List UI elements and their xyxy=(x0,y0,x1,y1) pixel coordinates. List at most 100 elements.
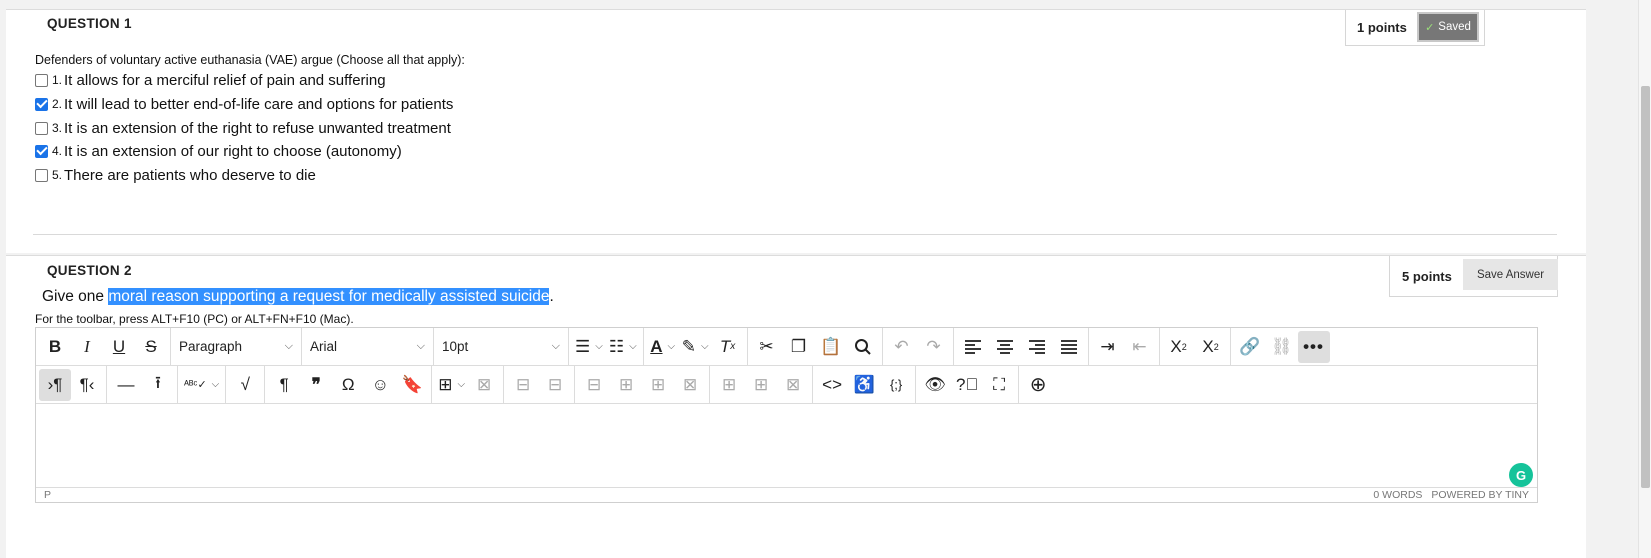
preview-eye-icon[interactable]: 👁 xyxy=(919,369,951,401)
saved-label: Saved xyxy=(1438,21,1471,33)
bold-icon[interactable]: B xyxy=(39,331,71,363)
option-1[interactable]: 1. It allows for a merciful relief of pa… xyxy=(35,69,386,91)
vertical-scrollbar[interactable] xyxy=(1638,0,1651,558)
block-format-value: Paragraph xyxy=(179,339,243,354)
blockquote-icon[interactable]: ❞ xyxy=(300,369,332,401)
block-format-select[interactable]: Paragraph ⌵ xyxy=(171,331,301,363)
delete-table-icon[interactable]: ⊠ xyxy=(468,369,500,401)
outdent-icon[interactable]: ⇤ xyxy=(1124,331,1156,363)
find-replace-icon[interactable] xyxy=(847,331,879,363)
question-1-prompt: Defenders of voluntary active euthanasia… xyxy=(35,53,465,67)
align-justify-icon[interactable] xyxy=(1053,331,1085,363)
insert-row-after-icon[interactable]: ⊞ xyxy=(642,369,674,401)
unlink-icon[interactable]: ⛓ xyxy=(1266,331,1298,363)
horizontal-line-icon[interactable]: — xyxy=(110,369,142,401)
align-center-icon[interactable] xyxy=(989,331,1021,363)
clear-formatting-icon[interactable]: Tx xyxy=(712,331,744,363)
word-count[interactable]: 0 WORDS xyxy=(1373,489,1422,501)
divider xyxy=(33,234,1557,235)
math-icon[interactable]: √ xyxy=(229,369,261,401)
add-content-icon[interactable]: ⊕ xyxy=(1022,369,1054,401)
option-1-checkbox[interactable] xyxy=(35,73,48,87)
font-size-group: 10pt ⌵ xyxy=(434,328,569,365)
template-icon[interactable]: {;} xyxy=(880,369,912,401)
copy-icon[interactable]: ❐ xyxy=(783,331,815,363)
option-4-number: 4. xyxy=(52,144,63,158)
saved-button[interactable]: ✓ Saved xyxy=(1417,12,1479,42)
bullet-list-icon[interactable]: ☰ ⌵ xyxy=(572,331,606,363)
font-size-value: 10pt xyxy=(442,339,469,354)
more-options-icon[interactable]: ••• xyxy=(1297,330,1330,363)
chevron-down-icon: ⌵ xyxy=(551,340,560,352)
option-2[interactable]: 2. It will lead to better end-of-life ca… xyxy=(35,93,453,115)
clipboard-group: ✂ ❐ 📋 xyxy=(748,328,883,365)
numbered-list-icon[interactable]: ☷ ⌵ xyxy=(606,331,640,363)
insert-col-before-icon[interactable]: ⊞ xyxy=(713,369,745,401)
source-code-icon[interactable]: <> xyxy=(816,369,848,401)
indent-group: ⇥ ⇤ xyxy=(1089,328,1160,365)
table-icon[interactable]: ⊞ ⌵ xyxy=(435,369,468,401)
subscript-icon[interactable]: X2 xyxy=(1195,331,1227,363)
table-row-icon[interactable]: ⊟ xyxy=(507,369,539,401)
undo-icon[interactable]: ↶ xyxy=(886,331,918,363)
cut-icon[interactable]: ✂ xyxy=(751,331,783,363)
indent-icon[interactable]: ⇥ xyxy=(1092,331,1124,363)
question-2-title: QUESTION 2 xyxy=(47,263,132,278)
delete-col-icon[interactable]: ⊠ xyxy=(777,369,809,401)
chevron-down-icon: ⌵ xyxy=(416,340,425,352)
history-group: ↶ ↷ xyxy=(883,328,954,365)
option-3-checkbox[interactable] xyxy=(35,121,48,135)
question-2-prompt-end: . xyxy=(549,288,554,305)
italic-icon[interactable]: I xyxy=(71,331,103,363)
option-5[interactable]: 5. There are patients who deserve to die xyxy=(35,164,316,186)
question-2-prompt-plain: Give one xyxy=(42,288,109,305)
bookmark-icon[interactable]: 🔖 xyxy=(396,369,428,401)
option-2-checkbox[interactable] xyxy=(35,97,48,111)
link-icon[interactable]: 🔗 xyxy=(1234,331,1266,363)
font-size-select[interactable]: 10pt ⌵ xyxy=(434,331,568,363)
special-char-icon[interactable]: Ω xyxy=(332,369,364,401)
code-group: <> ♿ {;} xyxy=(813,366,917,403)
powered-by-tiny[interactable]: POWERED BY TINY xyxy=(1431,489,1529,501)
question-1-panel: QUESTION 1 1 points ✓ Saved Defenders of… xyxy=(6,9,1586,253)
scrollbar-thumb[interactable] xyxy=(1641,86,1650,488)
chevron-down-icon: ⌵ xyxy=(284,340,293,352)
grammarly-icon[interactable]: G xyxy=(1509,463,1533,487)
fullscreen-icon[interactable]: ⛶ xyxy=(983,369,1015,401)
row-header-icon[interactable]: ⊟ xyxy=(578,369,610,401)
element-path[interactable]: P xyxy=(44,489,51,501)
option-5-checkbox[interactable] xyxy=(35,168,48,182)
save-answer-button[interactable]: Save Answer xyxy=(1463,259,1558,290)
accessibility-icon[interactable]: ♿ xyxy=(848,369,880,401)
text-color-icon[interactable]: A ⌵ xyxy=(647,331,679,363)
option-4-checkbox[interactable] xyxy=(35,144,48,158)
question-2-panel: QUESTION 2 5 points Save Answer Give one… xyxy=(6,255,1586,558)
rtl-icon[interactable]: ¶‹ xyxy=(71,369,103,401)
option-3[interactable]: 3. It is an extension of the right to re… xyxy=(35,117,451,139)
option-4-text: It is an extension of our right to choos… xyxy=(64,142,402,160)
delete-row-icon[interactable]: ⊠ xyxy=(674,369,706,401)
emoji-icon[interactable]: ☺ xyxy=(364,369,396,401)
align-left-icon[interactable] xyxy=(957,331,989,363)
font-family-select[interactable]: Arial ⌵ xyxy=(302,331,433,363)
insert-col-after-icon[interactable]: ⊞ xyxy=(745,369,777,401)
superscript-icon[interactable]: X2 xyxy=(1163,331,1195,363)
question-2-prompt: Give one moral reason supporting a reque… xyxy=(42,288,554,306)
option-4[interactable]: 4. It is an extension of our right to ch… xyxy=(35,140,402,162)
insert-upload-icon[interactable]: ⭱ xyxy=(142,369,174,401)
ltr-icon[interactable]: ›¶ xyxy=(39,368,71,401)
spellcheck-icon[interactable]: ᴬᴮᶜ✓ ⌵ xyxy=(181,369,222,401)
help-icon[interactable]: ?⃝ xyxy=(951,369,983,401)
editor-content-area[interactable]: G xyxy=(36,405,1537,490)
insert-row-before-icon[interactable]: ⊞ xyxy=(610,369,642,401)
paragraph-mark-icon[interactable]: ¶ xyxy=(268,369,300,401)
paste-icon[interactable]: 📋 xyxy=(815,331,847,363)
align-right-icon[interactable] xyxy=(1021,331,1053,363)
option-1-text: It allows for a merciful relief of pain … xyxy=(64,71,386,89)
highlight-color-icon[interactable]: ✎ ⌵ xyxy=(679,331,712,363)
table-cell-icon[interactable]: ⊟ xyxy=(539,369,571,401)
spellcheck-group: ᴬᴮᶜ✓ ⌵ xyxy=(178,366,227,403)
underline-icon[interactable]: U xyxy=(103,331,135,363)
strikethrough-icon[interactable]: S xyxy=(135,331,167,363)
redo-icon[interactable]: ↷ xyxy=(918,331,950,363)
